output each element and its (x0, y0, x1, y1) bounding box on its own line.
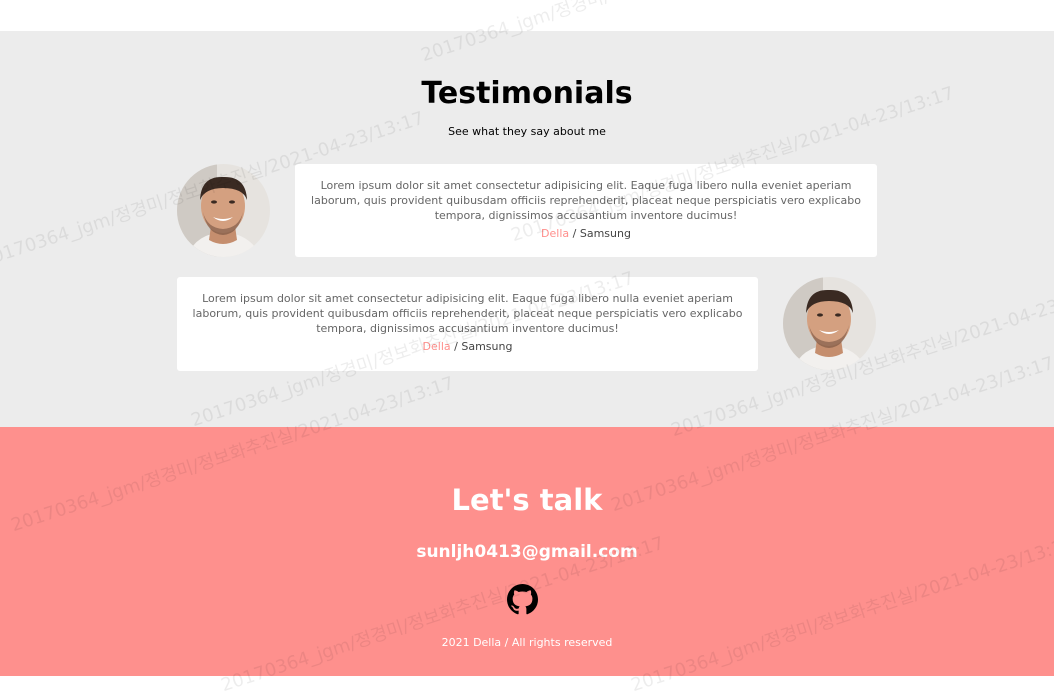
github-icon[interactable] (507, 584, 538, 615)
contact-title: Let's talk (451, 483, 603, 517)
testimonials-subtitle: See what they say about me (448, 125, 606, 138)
testimonials-section: Testimonials See what they say about me … (0, 31, 1054, 427)
testimonial-company: Samsung (461, 340, 513, 353)
contact-email[interactable]: sunljh0413@gmail.com (0, 541, 1054, 563)
testimonial-separator: / (450, 340, 462, 353)
testimonial-author: Della / Samsung (191, 339, 744, 354)
contact-section: Let's talk sunljh0413@gmail.com 2021 Del… (0, 427, 1054, 676)
testimonial-avatar (783, 277, 876, 370)
top-bar (0, 0, 1054, 31)
testimonial-company: Samsung (579, 227, 631, 240)
copyright-text: 2021 Della / All rights reserved (441, 636, 613, 649)
testimonial-author-name: Della (541, 227, 570, 240)
testimonial-card: Lorem ipsum dolor sit amet consectetur a… (177, 277, 758, 371)
testimonial-card: Lorem ipsum dolor sit amet consectetur a… (295, 164, 877, 257)
testimonial-separator: / (569, 227, 580, 240)
testimonial-author-name: Della (422, 340, 451, 353)
testimonials-title: Testimonials (421, 76, 633, 111)
testimonial-text: Lorem ipsum dolor sit amet consectetur a… (192, 292, 743, 335)
testimonial-text: Lorem ipsum dolor sit amet consectetur a… (311, 179, 861, 222)
testimonial-author: Della / Samsung (309, 226, 863, 241)
testimonial-avatar (177, 164, 270, 257)
